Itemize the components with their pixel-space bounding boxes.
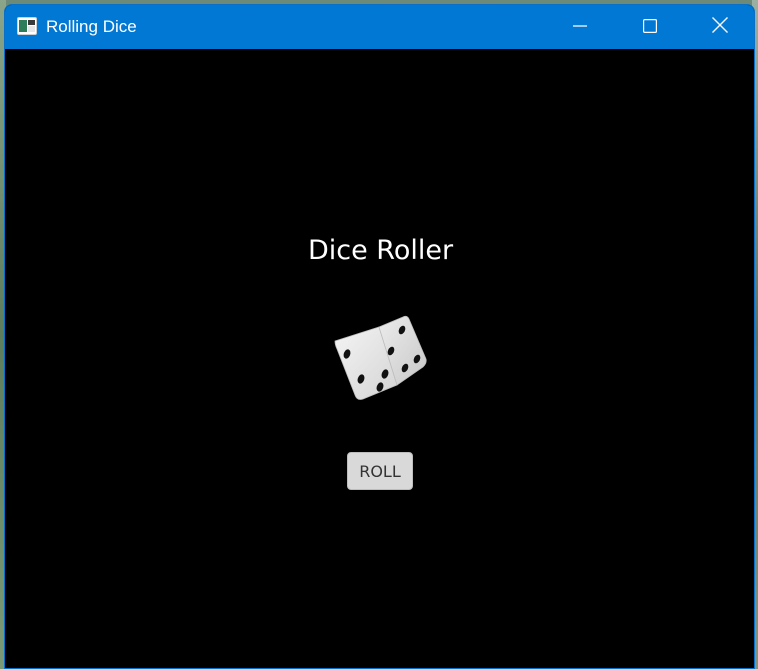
- close-icon: [712, 17, 728, 37]
- maximize-icon: [643, 18, 658, 37]
- minimize-button[interactable]: [545, 5, 615, 49]
- close-button[interactable]: [685, 5, 754, 49]
- app-window: Rolling Dice Dice Roller ROLL: [4, 4, 755, 669]
- roll-button[interactable]: ROLL: [347, 452, 413, 490]
- page-title: Dice Roller: [307, 235, 454, 266]
- dice-icon: [331, 315, 427, 405]
- minimize-icon: [573, 18, 587, 37]
- window-title: Rolling Dice: [46, 17, 137, 36]
- maximize-button[interactable]: [615, 5, 685, 49]
- main-content: Dice Roller ROLL: [5, 49, 754, 668]
- app-window-icon: [17, 17, 37, 35]
- title-bar[interactable]: Rolling Dice: [5, 5, 754, 49]
